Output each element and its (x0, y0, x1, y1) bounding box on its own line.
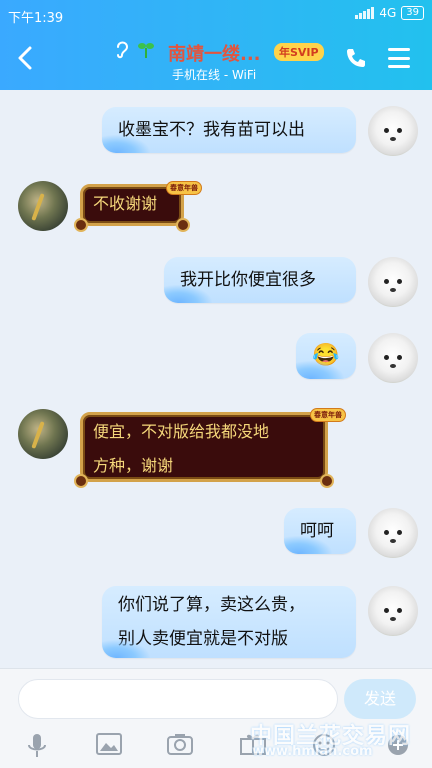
my-avatar[interactable] (368, 106, 418, 156)
my-avatar[interactable] (368, 508, 418, 558)
status-bar: 下午1:39 4G 39 (0, 0, 432, 30)
contact-avatar[interactable] (18, 181, 68, 231)
menu-button[interactable] (388, 48, 410, 68)
ear-icon (117, 41, 129, 59)
bubble-theme-badge: 春意年兽 (310, 408, 346, 422)
message-text: 不收谢谢 (93, 194, 158, 213)
signal-icon (355, 7, 375, 19)
message-text-line: 方种，谢谢 (93, 456, 174, 475)
my-avatar[interactable] (368, 586, 418, 636)
camera-icon (167, 734, 193, 755)
status-time: 下午1:39 (8, 11, 64, 26)
bubble-theme-badge: 春意年兽 (166, 181, 202, 195)
battery-level: 39 (406, 7, 419, 18)
sprout-icon (138, 43, 154, 58)
battery-icon: 39 (401, 6, 424, 20)
call-button[interactable] (344, 46, 368, 70)
my-avatar[interactable] (368, 333, 418, 383)
chevron-left-icon (18, 46, 32, 70)
status-indicators: 4G 39 (355, 6, 424, 20)
watermark-url: www.hmlan.com (252, 744, 373, 759)
phone-icon (347, 49, 365, 67)
send-button[interactable]: 发送 (344, 679, 416, 719)
message-text-line: 便宜，不对版给我都没地 (93, 422, 270, 441)
svip-badge: 年SVIP (274, 43, 324, 61)
network-type: 4G (379, 6, 397, 20)
menu-icon (388, 48, 410, 51)
contact-name[interactable]: 南靖一缕... (168, 40, 261, 66)
my-avatar[interactable] (368, 257, 418, 307)
mic-button[interactable] (26, 733, 52, 757)
online-status: 手机在线 - WiFi (172, 68, 257, 82)
status-icons (113, 38, 155, 60)
message-bubble-me[interactable]: 😂 (296, 333, 356, 379)
message-bubble-me[interactable]: 我开比你便宜很多 (164, 257, 356, 303)
message-bubble-me[interactable]: 呵呵 (284, 508, 356, 554)
message-bubble-them[interactable]: 便宜，不对版给我都没地 方种，谢谢 (74, 412, 334, 488)
image-button[interactable] (96, 733, 122, 757)
mic-icon (28, 734, 46, 757)
camera-button[interactable] (167, 733, 193, 757)
message-text-line: 你们说了算，卖这么贵， (118, 595, 305, 615)
message-text-line: 别人卖便宜就是不对版 (118, 629, 288, 649)
message-bubble-me[interactable]: 你们说了算，卖这么贵， 别人卖便宜就是不对版 (102, 586, 356, 658)
contact-avatar[interactable] (18, 409, 68, 459)
message-bubble-me[interactable]: 收墨宝不？我有苗可以出 (102, 107, 356, 153)
back-button[interactable] (16, 45, 34, 71)
message-input[interactable] (18, 679, 338, 719)
image-icon (96, 733, 122, 755)
